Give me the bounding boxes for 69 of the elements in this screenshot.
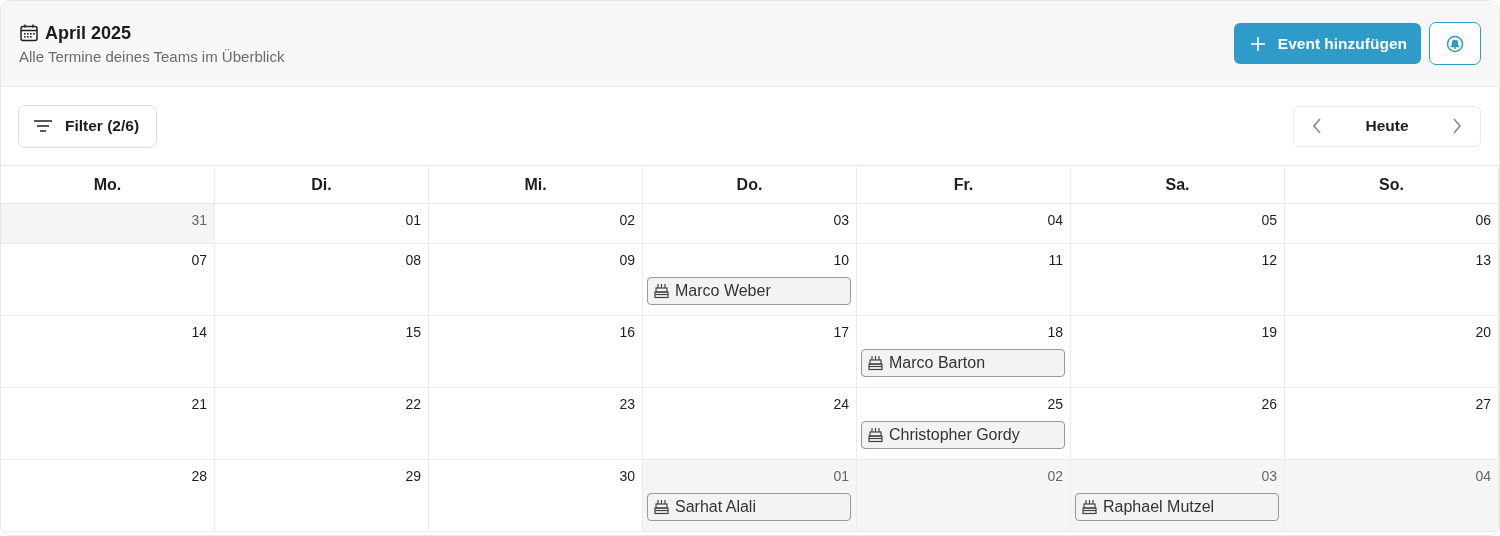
day-number: 06 xyxy=(1475,212,1492,228)
day-number: 02 xyxy=(619,212,636,228)
day-number: 27 xyxy=(1475,396,1492,412)
day-number: 15 xyxy=(405,324,422,340)
weekday-header: Do. xyxy=(643,166,857,204)
event-chip[interactable]: Christopher Gordy xyxy=(861,421,1065,449)
day-number: 18 xyxy=(1047,324,1064,340)
day-number: 28 xyxy=(191,468,208,484)
day-number: 12 xyxy=(1261,252,1278,268)
day-number: 08 xyxy=(405,252,422,268)
cake-icon xyxy=(654,283,669,299)
weekday-header: Fr. xyxy=(857,166,1071,204)
event-name: Marco Weber xyxy=(675,282,771,300)
day-number: 30 xyxy=(619,468,636,484)
notification-button[interactable] xyxy=(1429,22,1481,65)
event-name: Marco Barton xyxy=(889,354,986,372)
day-number: 26 xyxy=(1261,396,1278,412)
page-subtitle: Alle Termine deines Teams im Überblick xyxy=(19,47,285,65)
day-number: 04 xyxy=(1047,212,1064,228)
cake-icon xyxy=(654,499,669,515)
event-name: Sarhat Alali xyxy=(675,498,756,516)
cake-icon xyxy=(868,355,883,371)
filter-button[interactable]: Filter (2/6) xyxy=(18,104,158,148)
page-title: April 2025 xyxy=(45,22,132,44)
event-chip[interactable]: Marco Weber xyxy=(647,277,851,305)
day-number: 21 xyxy=(191,396,208,412)
day-number: 14 xyxy=(191,324,208,340)
day-number: 02 xyxy=(1047,468,1064,484)
event-chip[interactable]: Raphael Mutzel xyxy=(1075,493,1279,521)
event-name: Christopher Gordy xyxy=(889,426,1020,444)
filter-icon xyxy=(33,119,53,133)
weekday-header: So. xyxy=(1285,166,1499,204)
bell-icon xyxy=(1446,34,1464,53)
weekday-header: Mi. xyxy=(429,166,643,204)
weekday-header: Sa. xyxy=(1071,166,1285,204)
cake-icon xyxy=(1082,499,1097,515)
day-number: 20 xyxy=(1475,324,1492,340)
day-number: 25 xyxy=(1047,396,1064,412)
day-number: 19 xyxy=(1261,324,1278,340)
day-number: 23 xyxy=(619,396,636,412)
event-name: Raphael Mutzel xyxy=(1103,498,1215,516)
day-number: 13 xyxy=(1475,252,1492,268)
day-number: 17 xyxy=(833,324,850,340)
day-number: 05 xyxy=(1261,212,1278,228)
day-number: 16 xyxy=(619,324,636,340)
day-number: 22 xyxy=(405,396,422,412)
event-chip[interactable]: Sarhat Alali xyxy=(647,493,851,521)
weekday-header: Di. xyxy=(215,166,429,204)
plus-icon xyxy=(1249,35,1266,52)
day-number: 04 xyxy=(1475,468,1492,484)
day-number: 11 xyxy=(1048,252,1064,268)
calendar-icon xyxy=(19,23,39,43)
day-number: 03 xyxy=(1261,468,1278,484)
next-button[interactable] xyxy=(1450,116,1464,136)
previous-button[interactable] xyxy=(1310,116,1324,136)
cake-icon xyxy=(868,427,883,443)
day-number: 07 xyxy=(191,252,208,268)
day-number: 10 xyxy=(833,252,850,268)
day-number: 29 xyxy=(405,468,422,484)
day-number: 24 xyxy=(833,396,850,412)
day-number: 03 xyxy=(833,212,850,228)
day-number: 01 xyxy=(405,212,422,228)
today-button[interactable]: Heute xyxy=(1359,116,1415,136)
day-number: 01 xyxy=(833,468,850,484)
day-number: 09 xyxy=(619,252,636,268)
event-chip[interactable]: Marco Barton xyxy=(861,349,1065,377)
chevron-left-icon xyxy=(1312,118,1322,134)
chevron-right-icon xyxy=(1452,118,1462,134)
day-number: 31 xyxy=(191,212,208,228)
